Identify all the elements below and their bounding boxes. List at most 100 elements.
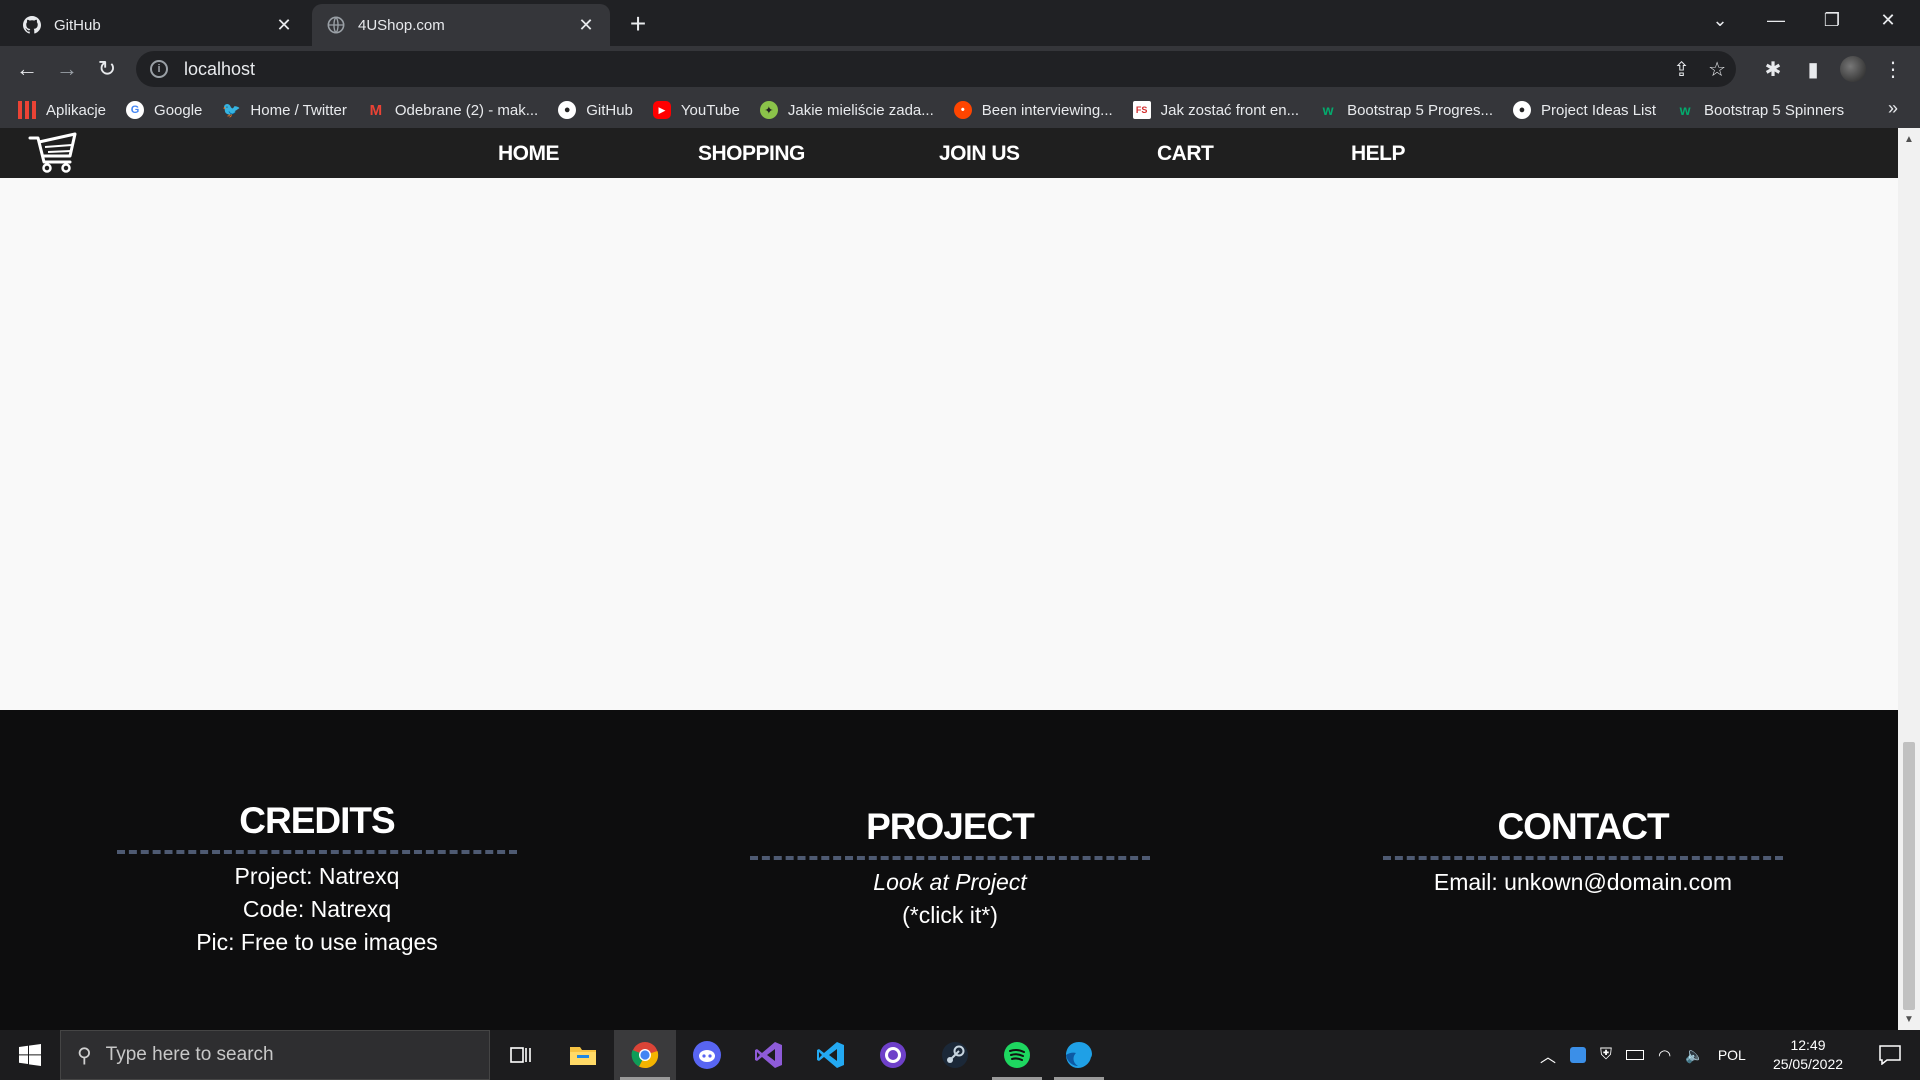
file-explorer-icon[interactable] [552,1030,614,1080]
contact-email[interactable]: Email: unkown@domain.com [1383,866,1783,899]
site-footer: CREDITS Project: Natrexq Code: Natrexq P… [0,710,1898,1030]
shield-icon[interactable]: ⛨ [1600,1046,1612,1064]
tab-title: 4UShop.com [358,16,445,34]
site-navbar: HOME SHOPPING JOIN US CART HELP [0,128,1898,178]
nav-shopping[interactable]: SHOPPING [698,142,805,166]
tab-4ushop[interactable]: 4UShop.com ✕ [312,4,610,46]
bookmarks-bar: Aplikacje G Google 🐦 Home / Twitter M Odebr… [0,92,1920,128]
taskbar-search[interactable]: ⚲ Type here to search [60,1030,490,1080]
window-close-icon[interactable]: ✕ [1860,0,1916,40]
nav-cart[interactable]: CART [1157,142,1214,166]
address-bar[interactable]: i localhost ⇪ ☆ [136,51,1736,87]
tab-search-icon[interactable]: ⌄ [1692,0,1748,40]
search-placeholder: Type here to search [105,1044,274,1065]
github-icon: ● [1512,101,1531,119]
cloud-app-icon[interactable] [1570,1047,1587,1063]
chevron-up-icon[interactable]: ︿ [1540,1043,1556,1067]
youtube-icon: ▶ [652,101,671,119]
bookmark-project-ideas[interactable]: ● Project Ideas List [1512,101,1656,119]
divider [750,856,1150,860]
divider [117,850,517,854]
new-tab-button[interactable]: + [622,8,654,40]
bookmark-forum[interactable]: ✦ Jakie mieliście zada... [759,101,934,119]
menu-icon[interactable]: ⋮ [1876,52,1910,86]
reload-icon[interactable]: ↻ [90,52,124,86]
notification-icon[interactable] [1866,1030,1914,1080]
footer-project: PROJECT Look at Project (*click it*) [750,806,1150,932]
search-icon: ⚲ [77,1044,92,1067]
side-panel-icon[interactable]: ▮ [1796,52,1830,86]
task-view-icon[interactable] [490,1030,552,1080]
bookmark-reddit[interactable]: • Been interviewing... [953,101,1113,119]
profile-avatar[interactable] [1836,52,1870,86]
scroll-up-icon[interactable]: ▲ [1898,130,1920,148]
avatar [1840,56,1866,82]
minimize-icon[interactable]: — [1748,0,1804,40]
credits-heading: CREDITS [239,800,395,841]
footer-contact: CONTACT Email: unkown@domain.com [1383,806,1783,899]
more-bookmarks-icon[interactable]: » [1888,98,1898,119]
bookmark-youtube[interactable]: ▶ YouTube [652,101,740,119]
clock-date: 25/05/2022 [1772,1056,1844,1072]
scroll-down-icon[interactable]: ▼ [1898,1010,1920,1028]
credits-pics: Pic: Free to use images [196,929,438,955]
project-note: (*click it*) [902,902,998,928]
bookmark-bootstrap-spinners[interactable]: w Bootstrap 5 Spinners [1676,101,1845,119]
github-icon: ● [558,101,577,119]
tab-github[interactable]: GitHub ✕ [8,4,308,46]
bookmark-gmail[interactable]: M Odebrane (2) - mak... [367,101,539,119]
browser-toolbar: ← → ↻ i localhost ⇪ ☆ ✱ ▮ ⋮ [0,46,1920,92]
close-icon[interactable]: ✕ [576,15,596,35]
steam-icon[interactable] [924,1030,986,1080]
twitter-icon: 🐦 [222,102,241,119]
restore-icon[interactable]: ❐ [1804,0,1860,40]
extensions-icon[interactable]: ✱ [1756,52,1790,86]
page-scrollbar[interactable]: ▲ ▼ [1898,128,1920,1030]
forum-icon: ✦ [759,101,778,119]
discord-icon[interactable] [676,1030,738,1080]
github-desktop-icon[interactable] [862,1030,924,1080]
project-heading: PROJECT [866,806,1035,847]
battery-icon[interactable] [1626,1050,1645,1060]
contact-heading: CONTACT [1497,806,1669,847]
forward-icon[interactable]: → [50,52,84,86]
star-icon[interactable]: ☆ [1708,57,1726,82]
info-icon[interactable]: i [150,60,168,78]
github-icon [22,15,42,35]
clock[interactable]: 12:49 25/05/2022 [1766,1036,1850,1074]
tab-title: GitHub [54,16,101,34]
fs-icon: FS [1132,101,1151,119]
volume-icon[interactable]: 🔈 [1685,1046,1704,1064]
bookmark-google[interactable]: G Google [126,101,202,119]
spotify-icon[interactable] [986,1030,1048,1080]
visual-studio-icon[interactable] [738,1030,800,1080]
page-content [0,178,1898,710]
language-indicator[interactable]: POL [1718,1047,1746,1063]
nav-help[interactable]: HELP [1351,142,1406,166]
bookmark-fs[interactable]: FS Jak zostać front en... [1132,101,1299,119]
wifi-icon[interactable]: ◠ [1658,1046,1671,1064]
windows-start-icon[interactable] [0,1030,60,1080]
windows-taskbar: ⚲ Type here to search ︿ ⛨ ◠ 🔈 POL 12:49 … [0,1030,1920,1080]
tab-strip: GitHub ✕ 4UShop.com ✕ + ⌄ — ❐ ✕ [0,0,1920,46]
bookmark-github[interactable]: ● GitHub [558,101,633,119]
vscode-icon[interactable] [800,1030,862,1080]
bookmark-twitter[interactable]: 🐦 Home / Twitter [222,101,347,120]
nav-home[interactable]: HOME [498,142,560,166]
w3-icon: w [1322,102,1334,118]
scrollbar-thumb[interactable] [1903,742,1915,1010]
chrome-icon[interactable] [614,1030,676,1080]
project-link[interactable]: Look at Project [750,866,1150,899]
google-icon: G [126,101,145,119]
bookmark-aplikacje[interactable]: Aplikacje [18,101,106,119]
divider [1383,856,1783,860]
credits-project: Project: Natrexq [234,863,400,889]
share-icon[interactable]: ⇪ [1673,57,1690,82]
nav-join-us[interactable]: JOIN US [939,142,1020,166]
bookmark-bootstrap-progress[interactable]: w Bootstrap 5 Progres... [1319,101,1493,119]
credits-code: Code: Natrexq [242,896,392,922]
edge-icon[interactable] [1048,1030,1110,1080]
close-icon[interactable]: ✕ [274,15,294,35]
cart-logo-icon[interactable] [28,132,80,174]
back-icon[interactable]: ← [10,52,44,86]
